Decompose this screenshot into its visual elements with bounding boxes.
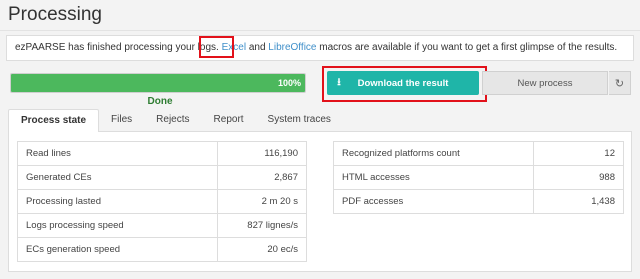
new-process-button[interactable]: New process xyxy=(482,71,608,95)
stat-value: 12 xyxy=(533,141,624,166)
stat-label: Processing lasted xyxy=(17,189,218,214)
processing-stats-table: Read lines 116,190 Generated CEs 2,867 P… xyxy=(17,141,307,262)
table-row: Read lines 116,190 xyxy=(17,141,307,166)
download-button-label: Download the result xyxy=(357,77,449,89)
download-icon: ⭳ xyxy=(337,76,341,88)
stat-label: ECs generation speed xyxy=(17,237,218,262)
table-row: Logs processing speed 827 lignes/s xyxy=(17,213,307,238)
progress-fill: 100% xyxy=(11,74,305,92)
message-text-end: macros are available if you want to get … xyxy=(319,42,618,53)
stat-label: Read lines xyxy=(17,141,218,166)
message-text-and: and xyxy=(248,42,266,53)
stat-label: HTML accesses xyxy=(333,165,534,190)
stat-label: Generated CEs xyxy=(17,165,218,190)
stat-label: Logs processing speed xyxy=(17,213,218,238)
stat-value: 1,438 xyxy=(533,189,624,214)
stat-label: Recognized platforms count xyxy=(333,141,534,166)
table-row: HTML accesses 988 xyxy=(333,165,624,190)
title-divider xyxy=(0,30,640,31)
tab-report[interactable]: Report xyxy=(202,109,256,132)
result-tabs: Process state Files Rejects Report Syste… xyxy=(8,109,632,133)
page-title: Processing xyxy=(8,4,102,25)
table-row: Generated CEs 2,867 xyxy=(17,165,307,190)
stat-label: PDF accesses xyxy=(333,189,534,214)
progress-bar: 100% xyxy=(10,73,306,93)
table-row: ECs generation speed 20 ec/s xyxy=(17,237,307,262)
download-result-button[interactable]: ⭳ Download the result xyxy=(327,71,479,95)
stat-value: 20 ec/s xyxy=(217,237,307,262)
stat-value: 827 lignes/s xyxy=(217,213,307,238)
message-text-start: ezPAARSE has finished processing your lo… xyxy=(15,42,219,53)
table-row: PDF accesses 1,438 xyxy=(333,189,624,214)
access-stats-table: Recognized platforms count 12 HTML acces… xyxy=(333,141,624,214)
table-row: Processing lasted 2 m 20 s xyxy=(17,189,307,214)
stat-value: 116,190 xyxy=(217,141,307,166)
table-row: Recognized platforms count 12 xyxy=(333,141,624,166)
stat-value: 2 m 20 s xyxy=(217,189,307,214)
completion-message: ezPAARSE has finished processing your lo… xyxy=(6,35,634,61)
tab-process-state[interactable]: Process state xyxy=(8,109,100,133)
tab-system-traces[interactable]: System traces xyxy=(256,109,343,132)
refresh-icon[interactable]: ↻ xyxy=(609,71,631,95)
tab-files[interactable]: Files xyxy=(99,109,144,132)
progress-status: Done xyxy=(147,96,173,107)
stat-value: 2,867 xyxy=(217,165,307,190)
excel-macro-link[interactable]: Excel xyxy=(222,42,246,53)
stat-value: 988 xyxy=(533,165,624,190)
tab-rejects[interactable]: Rejects xyxy=(144,109,201,132)
libreoffice-macro-link[interactable]: LibreOffice xyxy=(268,42,316,53)
